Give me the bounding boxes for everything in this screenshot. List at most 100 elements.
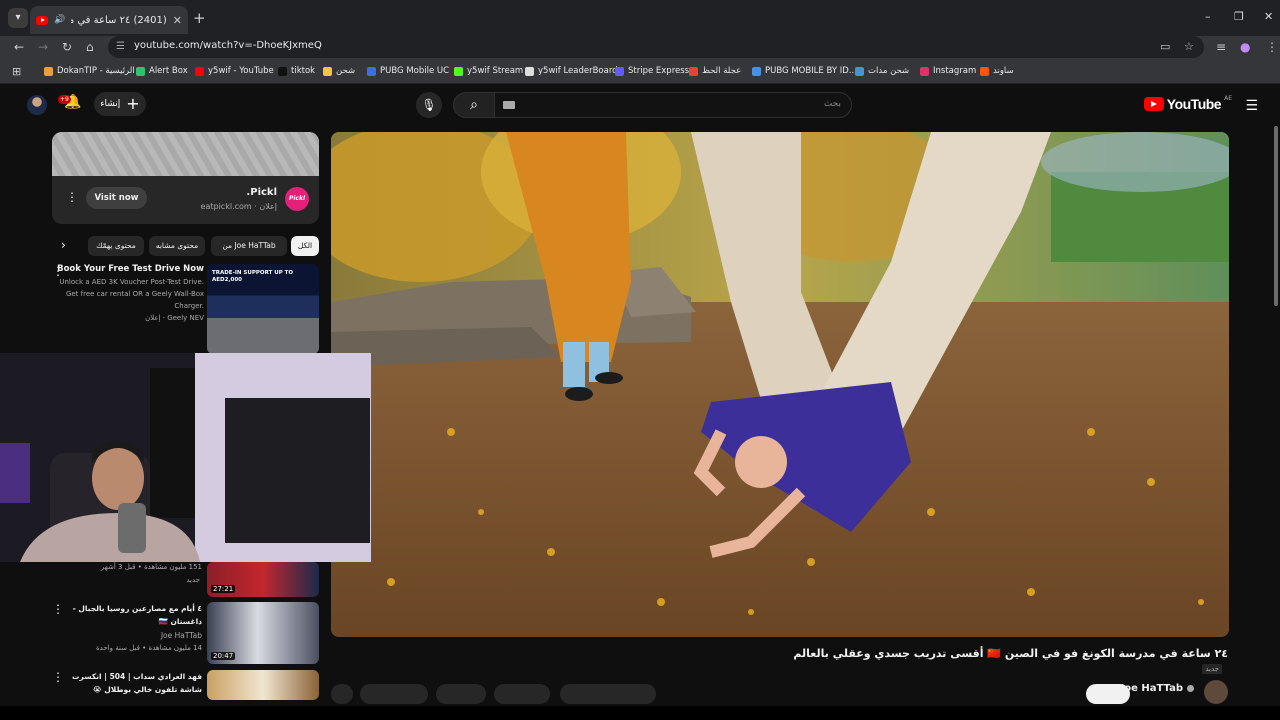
bookmark-favicon-icon bbox=[752, 66, 761, 76]
youtube-logo[interactable]: YouTube AE bbox=[1143, 95, 1232, 112]
ad-more-options-icon[interactable]: ⋮ bbox=[66, 190, 78, 204]
rec-2-channel[interactable]: Joe HaTTab bbox=[52, 631, 202, 640]
filter-chip[interactable]: محتوى مشابه bbox=[149, 236, 205, 256]
share-button[interactable] bbox=[494, 684, 550, 704]
bookmark-favicon-icon bbox=[980, 66, 989, 76]
page-scrollbar[interactable] bbox=[1274, 126, 1278, 306]
audio-playing-icon[interactable]: 🔊 bbox=[54, 15, 65, 25]
rec-3-title[interactable]: فهد العرادي سداب | 504 | انكسرت شاشة تلف… bbox=[66, 670, 202, 696]
create-button[interactable]: إنشاء + bbox=[94, 92, 146, 116]
site-info-icon[interactable]: ☰ bbox=[116, 41, 125, 52]
bookmark-favicon-icon bbox=[195, 66, 204, 76]
rec-1-duration: 27:21 bbox=[211, 585, 236, 593]
bookmark-item[interactable]: y5wif Stream bbox=[454, 66, 523, 76]
back-arrow-icon[interactable]: ← bbox=[14, 40, 24, 54]
bookmark-item[interactable]: PUBG Mobile UC bbox=[367, 66, 449, 76]
bookmark-favicon-icon bbox=[44, 66, 53, 76]
bookmark-label: y5wif LeaderBoard bbox=[538, 66, 618, 76]
rec-3-thumbnail[interactable] bbox=[207, 670, 319, 700]
search-input[interactable]: بحث bbox=[494, 92, 852, 118]
webcam-scene bbox=[0, 353, 371, 562]
bookmark-item[interactable]: Stripe Express bbox=[615, 66, 689, 76]
bookmark-item[interactable]: شحن bbox=[323, 66, 355, 76]
channel-name[interactable]: Joe HaTTab bbox=[1121, 683, 1194, 694]
bookmark-item[interactable]: PUBG MOBILE BY ID... bbox=[752, 66, 857, 76]
streamer-webcam-overlay bbox=[0, 353, 371, 562]
visit-now-button[interactable]: Visit now bbox=[86, 187, 147, 209]
bookmark-favicon-icon bbox=[323, 66, 332, 76]
home-icon[interactable]: ⌂ bbox=[86, 40, 94, 54]
reading-list-icon[interactable]: ≡ bbox=[1216, 40, 1226, 54]
companion-ad-card[interactable]: Pickl Pickl. إعلان · eatpickl.com Visit … bbox=[52, 132, 319, 224]
download-button[interactable] bbox=[360, 684, 428, 704]
reload-icon[interactable]: ↻ bbox=[62, 40, 72, 54]
bookmark-label: PUBG Mobile UC bbox=[380, 66, 450, 76]
youtube-favicon-icon bbox=[36, 15, 48, 25]
address-toolbar: ← → ↻ ⌂ ☰ youtube.com/watch?v=-DhoeKJxme… bbox=[0, 36, 1280, 60]
channel-avatar[interactable] bbox=[1204, 680, 1228, 704]
bookmark-favicon-icon bbox=[367, 66, 376, 76]
rec-2-more-icon[interactable]: ⋮ bbox=[52, 602, 64, 616]
search-button[interactable]: ⌕ bbox=[453, 92, 495, 118]
bottom-edge-bar bbox=[0, 706, 1280, 720]
ad-banner-image bbox=[52, 132, 319, 176]
bookmark-favicon-icon bbox=[278, 66, 287, 76]
bookmark-label: Instagram bbox=[933, 66, 977, 76]
guide-menu-icon[interactable]: ☰ bbox=[1245, 98, 1258, 114]
video-player[interactable] bbox=[331, 132, 1229, 637]
browser-menu-icon[interactable]: ⋮ bbox=[1266, 40, 1278, 54]
more-actions-button[interactable] bbox=[331, 684, 353, 704]
filter-chip[interactable]: محتوى يهمّك bbox=[88, 236, 144, 256]
bookmark-item[interactable]: عجلة الحظ bbox=[689, 66, 741, 76]
side-ad[interactable]: Book Your Free Test Drive Now Unlock a A… bbox=[52, 264, 204, 322]
address-bar[interactable]: ☰ youtube.com/watch?v=-DhoeKJxmeQ ▭ ☆ bbox=[108, 36, 1204, 58]
url-text[interactable]: youtube.com/watch?v=-DhoeKJxmeQ bbox=[134, 40, 322, 51]
bookmark-item[interactable]: DokanTIP - الرئيسية bbox=[44, 66, 135, 76]
apps-grid-icon[interactable]: ⊞ bbox=[12, 65, 21, 78]
bookmark-star-icon[interactable]: ☆ bbox=[1184, 40, 1194, 53]
bookmark-item[interactable]: y5wif LeaderBoard bbox=[525, 66, 618, 76]
tab-title: (2401) ٢٤ ساعة في مدرسة الك bbox=[71, 14, 167, 26]
keyboard-icon[interactable] bbox=[503, 101, 515, 109]
bookmark-favicon-icon bbox=[525, 66, 534, 76]
chips-scroll-arrow-icon[interactable]: › bbox=[61, 238, 66, 252]
close-window-button[interactable]: ✕ bbox=[1264, 10, 1273, 23]
video-frame-kungfu-scene bbox=[331, 132, 1229, 637]
browser-tab[interactable]: 🔊 (2401) ٢٤ ساعة في مدرسة الك ✕ bbox=[30, 6, 188, 34]
minimize-button[interactable]: – bbox=[1205, 10, 1211, 23]
tab-close-icon[interactable]: ✕ bbox=[173, 14, 182, 27]
rec-2-title[interactable]: ٤ أيام مع مصارعين روسيا بالجبال - داغستا… bbox=[66, 602, 202, 628]
bookmarks-bar: ⊞ DokanTIP - الرئيسية Alert Box y5wif - Yo… bbox=[0, 60, 1280, 84]
advertiser-logo: Pickl bbox=[285, 187, 309, 211]
cast-icon[interactable]: ▭ bbox=[1160, 40, 1170, 53]
account-avatar[interactable] bbox=[27, 95, 47, 115]
bookmark-label: PUBG MOBILE BY ID... bbox=[765, 66, 857, 76]
save-button[interactable] bbox=[436, 684, 486, 704]
bookmark-item[interactable]: ساوند bbox=[980, 66, 1014, 76]
filter-chip[interactable]: من Joe HaTTab bbox=[211, 236, 287, 256]
bookmark-favicon-icon bbox=[855, 66, 864, 76]
profile-icon[interactable]: ● bbox=[1240, 40, 1250, 54]
tab-search-button[interactable]: ▾ bbox=[8, 8, 28, 28]
side-ad-title: Book Your Free Test Drive Now bbox=[57, 264, 204, 274]
sponsored-label: إعلان bbox=[259, 202, 277, 211]
search-placeholder: بحث bbox=[823, 99, 841, 109]
bookmark-item[interactable]: Alert Box bbox=[136, 66, 188, 76]
bookmark-item[interactable]: شحن مدات bbox=[855, 66, 909, 76]
forward-arrow-icon[interactable]: → bbox=[38, 40, 48, 54]
voice-search-mic-icon[interactable]: 🎙 bbox=[416, 92, 442, 118]
bookmark-item[interactable]: y5wif - YouTube bbox=[195, 66, 274, 76]
bookmark-item[interactable]: tiktok bbox=[278, 66, 315, 76]
rec-3-more-icon[interactable]: ⋮ bbox=[52, 670, 64, 684]
create-label: إنشاء bbox=[100, 99, 121, 109]
side-ad-thumbnail[interactable]: TRADE-IN SUPPORT UP TO AED2,000 bbox=[207, 264, 319, 354]
filter-chip[interactable]: الكل bbox=[291, 236, 319, 256]
like-dislike-pill[interactable] bbox=[560, 684, 656, 704]
new-tab-button[interactable]: + bbox=[193, 9, 206, 27]
rec-2-thumbnail[interactable]: 20:47 bbox=[207, 602, 319, 664]
bookmark-item[interactable]: Instagram bbox=[920, 66, 976, 76]
rec-1-thumbnail[interactable]: 27:21 bbox=[207, 562, 319, 597]
maximize-button[interactable]: ❐ bbox=[1234, 10, 1244, 23]
subscribe-button[interactable] bbox=[1086, 684, 1130, 704]
rec-1-meta: 151 مليون مشاهدة • قبل 3 أشهر bbox=[100, 563, 202, 571]
